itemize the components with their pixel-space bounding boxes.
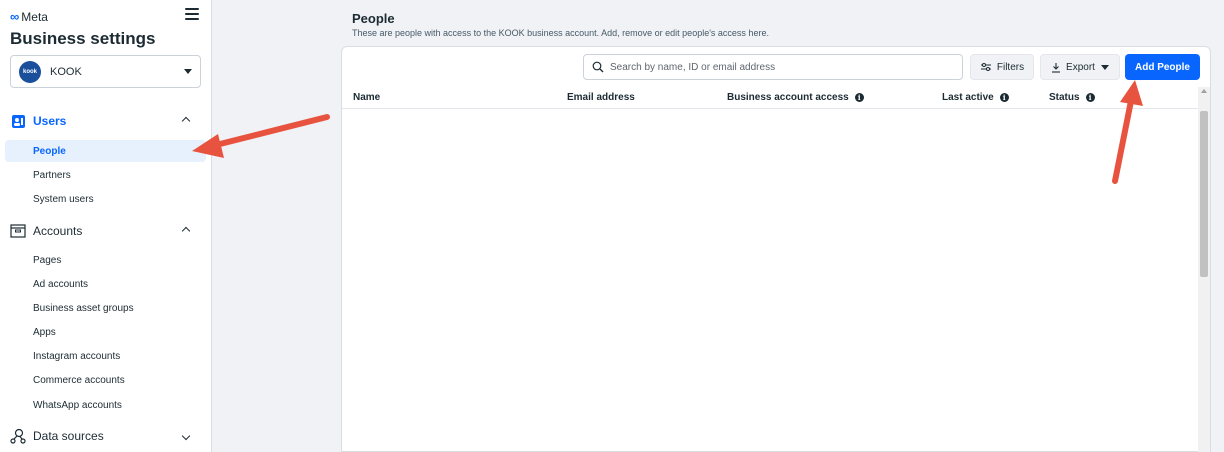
section-title: People [352, 11, 395, 26]
account-name: KOOK [50, 65, 82, 78]
column-header-status[interactable]: Status i [1049, 92, 1095, 103]
sidebar-section-label: Accounts [33, 224, 83, 238]
search-box[interactable] [583, 54, 963, 80]
info-icon[interactable]: i [1085, 93, 1095, 102]
search-icon [592, 61, 604, 73]
brand-name: Meta [21, 9, 48, 24]
sidebar-item-commerce-accounts[interactable]: Commerce accounts [5, 369, 206, 391]
sidebar-item-partners[interactable]: Partners [5, 164, 206, 186]
meta-logo[interactable]: ∞ Meta [10, 9, 48, 24]
column-header-last-active[interactable]: Last active i [942, 92, 1009, 103]
sidebar-item-instagram-accounts[interactable]: Instagram accounts [5, 345, 206, 367]
export-label: Export [1066, 61, 1095, 73]
sidebar-section-users[interactable]: Users [0, 110, 211, 132]
info-icon[interactable]: i [999, 93, 1009, 102]
sidebar-item-ad-accounts[interactable]: Ad accounts [5, 273, 206, 295]
chevron-up-icon [181, 226, 191, 236]
filters-label: Filters [996, 61, 1025, 73]
chevron-up-icon [181, 116, 191, 126]
sidebar-item-people[interactable]: People [5, 140, 206, 162]
sidebar-section-label: Data sources [33, 429, 104, 443]
scroll-up-arrow-icon[interactable] [1201, 89, 1207, 93]
hamburger-menu-icon[interactable] [185, 8, 199, 20]
table-header: Name Email address Business account acce… [342, 87, 1198, 109]
download-icon [1052, 62, 1061, 73]
meta-infinity-icon: ∞ [10, 9, 19, 24]
section-subtitle: These are people with access to the KOOK… [352, 28, 769, 38]
sidebar-section-label: Users [33, 114, 67, 128]
sidebar-item-pages[interactable]: Pages [5, 249, 206, 271]
data-sources-icon [10, 428, 26, 444]
add-people-button[interactable]: Add People [1125, 54, 1200, 80]
users-icon [10, 113, 26, 129]
scrollbar-thumb[interactable] [1200, 111, 1208, 277]
sidebar-item-system-users[interactable]: System users [5, 188, 206, 210]
sidebar-item-business-asset-groups[interactable]: Business asset groups [5, 297, 206, 319]
sidebar: ∞ Meta Business settings kook KOOK Users… [0, 0, 212, 452]
column-header-business-access[interactable]: Business account access i [727, 92, 864, 103]
export-button[interactable]: Export [1040, 54, 1120, 80]
vertical-scrollbar[interactable] [1198, 87, 1210, 452]
page-title: Business settings [10, 29, 156, 48]
column-header-email[interactable]: Email address [567, 92, 635, 103]
account-avatar: kook [19, 60, 41, 83]
annotation-arrow-to-people [192, 114, 330, 158]
info-icon[interactable]: i [854, 93, 864, 102]
caret-down-icon [1100, 64, 1109, 70]
sidebar-section-accounts[interactable]: Accounts [0, 220, 211, 242]
search-input[interactable] [610, 61, 950, 73]
sidebar-item-whatsapp-accounts[interactable]: WhatsApp accounts [5, 394, 206, 416]
column-header-name[interactable]: Name [353, 92, 380, 103]
filters-button[interactable]: Filters [970, 54, 1034, 80]
people-panel: Filters Export Add People Name Email add… [341, 46, 1211, 452]
sidebar-section-data-sources[interactable]: Data sources [0, 425, 211, 447]
caret-down-icon [184, 69, 192, 74]
chevron-down-icon [181, 431, 191, 441]
accounts-icon [10, 223, 26, 239]
filters-icon [980, 63, 991, 71]
account-selector[interactable]: kook KOOK [10, 55, 201, 88]
sidebar-item-apps[interactable]: Apps [5, 321, 206, 343]
